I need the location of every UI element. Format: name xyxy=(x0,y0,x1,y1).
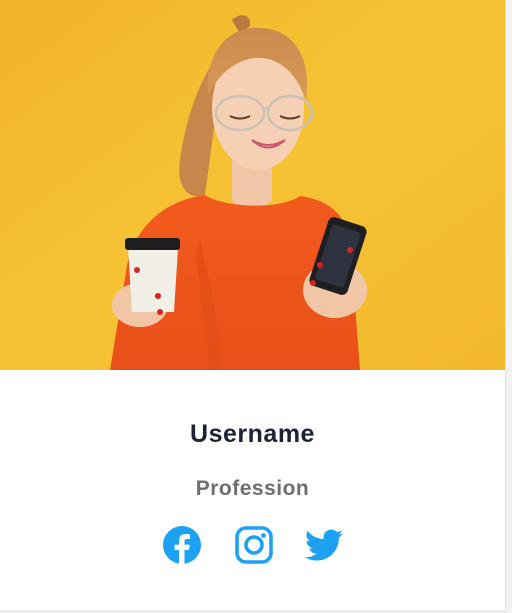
facebook-link[interactable] xyxy=(161,524,203,566)
instagram-icon xyxy=(235,526,273,564)
profile-card: Username Profession xyxy=(0,0,505,613)
social-links xyxy=(0,524,505,568)
username: Username xyxy=(190,420,315,448)
instagram-link[interactable] xyxy=(233,524,275,566)
twitter-icon xyxy=(304,529,343,561)
twitter-link[interactable] xyxy=(303,524,345,566)
profession: Profession xyxy=(195,477,310,500)
facebook-icon xyxy=(163,526,201,564)
profile-photo xyxy=(0,0,505,370)
card-right-edge xyxy=(505,0,512,613)
